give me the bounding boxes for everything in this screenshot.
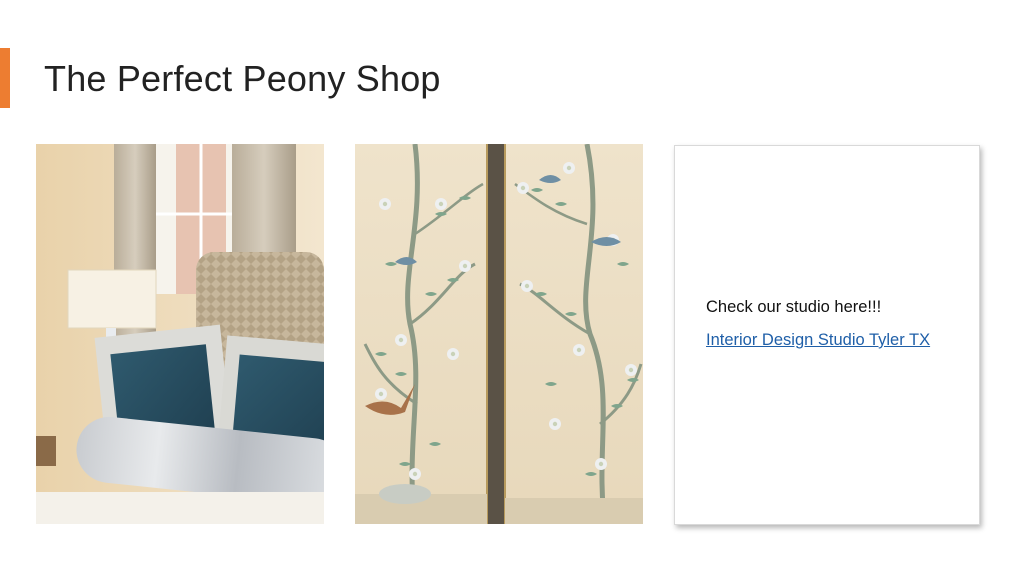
slide-title: The Perfect Peony Shop <box>44 58 441 99</box>
bedroom-pillows-photo <box>36 144 324 524</box>
studio-link[interactable]: Interior Design Studio Tyler TX <box>706 330 936 351</box>
title-accent-bar <box>0 48 10 108</box>
bedroom-pillows-illustration <box>36 144 324 524</box>
chinoiserie-panels-photo <box>355 144 643 524</box>
chinoiserie-panels-illustration <box>355 144 643 524</box>
studio-callout-text: Check our studio here!!! <box>706 298 882 316</box>
studio-info-card: Check our studio here!!! Interior Design… <box>674 145 980 525</box>
